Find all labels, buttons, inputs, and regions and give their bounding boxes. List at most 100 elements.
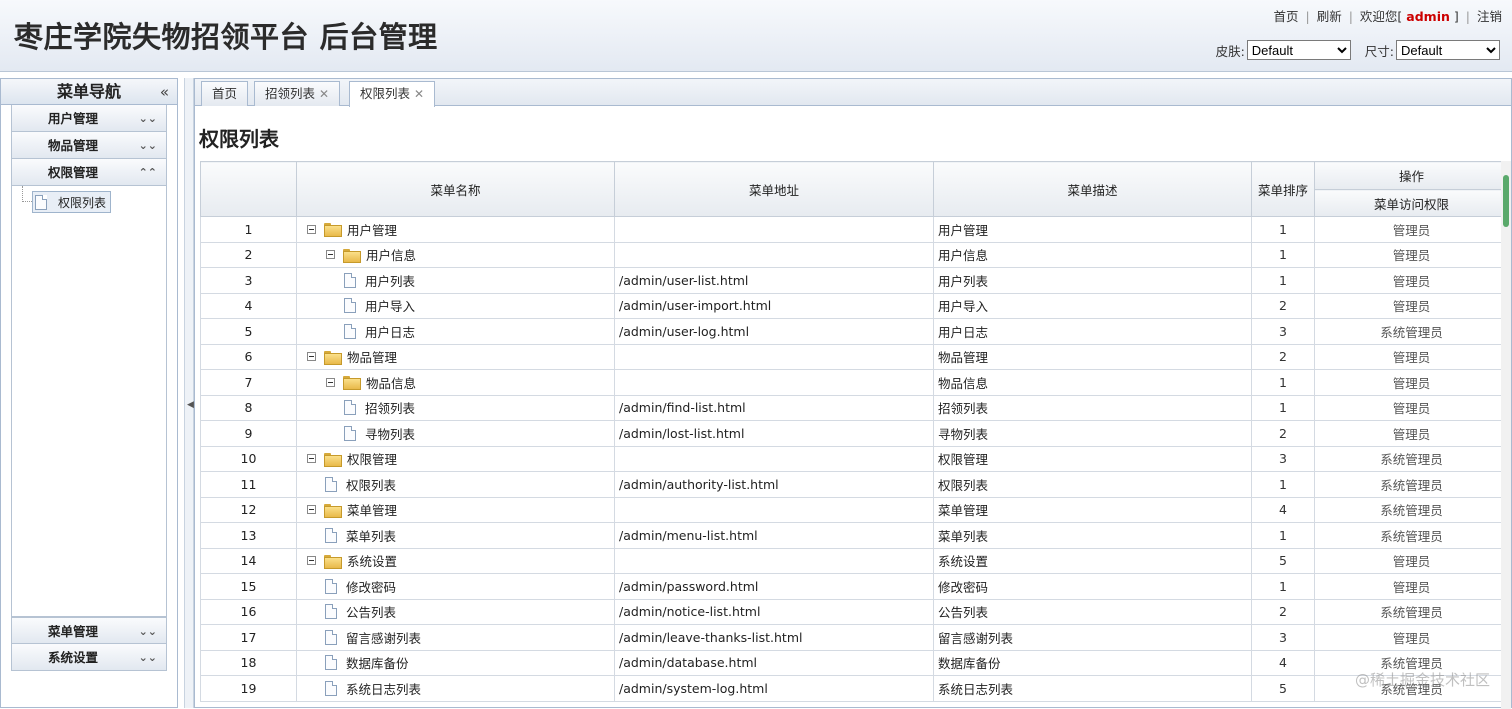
collapse-toggle-icon[interactable]	[326, 378, 335, 387]
menu-name-cell: 用户管理	[297, 217, 615, 243]
skin-select[interactable]: Default	[1247, 40, 1351, 60]
menu-name-cell: 系统设置	[297, 548, 615, 574]
table-row[interactable]: 5用户日志/admin/user-log.html用户日志3系统管理员	[201, 319, 1509, 345]
page-title: 权限列表	[199, 123, 279, 152]
menu-url	[615, 548, 934, 574]
menu-permission: 管理员	[1315, 293, 1509, 319]
row-index: 3	[201, 268, 297, 294]
scrollbar-thumb[interactable]	[1503, 175, 1509, 227]
menu-name-cell: 物品管理	[297, 344, 615, 370]
collapse-toggle-icon[interactable]	[307, 556, 316, 565]
menu-desc: 权限列表	[934, 472, 1252, 498]
menu-name: 系统设置	[347, 551, 397, 570]
close-icon[interactable]: ✕	[319, 87, 329, 101]
menu-name-cell: 用户导入	[297, 293, 615, 319]
menu-order: 2	[1252, 293, 1315, 319]
table-row[interactable]: 14系统设置系统设置5管理员	[201, 548, 1509, 574]
table-row[interactable]: 10权限管理权限管理3系统管理员	[201, 446, 1509, 472]
col-header-name[interactable]: 菜单名称	[297, 162, 615, 217]
welcome-suffix: ]	[1454, 9, 1459, 24]
menu-name: 权限列表	[346, 475, 396, 494]
menu-permission: 管理员	[1315, 625, 1509, 651]
collapse-toggle-icon[interactable]	[307, 352, 316, 361]
menu-url: /admin/database.html	[615, 650, 934, 676]
menu-desc: 用户列表	[934, 268, 1252, 294]
tab-label: 首页	[212, 86, 237, 101]
menu-name-cell: 用户信息	[297, 242, 615, 268]
folder-open-icon	[324, 351, 340, 363]
table-row[interactable]: 19系统日志列表/admin/system-log.html系统日志列表5系统管…	[201, 676, 1509, 702]
sidebar-section-user[interactable]: 用户管理 ⌄⌄	[12, 105, 166, 132]
tab-home[interactable]: 首页	[201, 81, 248, 106]
col-header-access[interactable]: 菜单访问权限	[1315, 190, 1509, 217]
collapse-toggle-icon[interactable]	[307, 505, 316, 514]
menu-url	[615, 344, 934, 370]
sidebar-section-authority[interactable]: 权限管理 ⌃⌃	[12, 159, 166, 186]
tab-label: 权限列表	[360, 86, 410, 101]
tab-authority-list[interactable]: 权限列表 ✕	[349, 81, 435, 107]
menu-url	[615, 217, 934, 243]
menu-name: 留言感谢列表	[346, 628, 421, 647]
table-row[interactable]: 6物品管理物品管理2管理员	[201, 344, 1509, 370]
table-row[interactable]: 11权限列表/admin/authority-list.html权限列表1系统管…	[201, 472, 1509, 498]
table-row[interactable]: 18数据库备份/admin/database.html数据库备份4系统管理员	[201, 650, 1509, 676]
sidebar-section-system[interactable]: 系统设置 ⌄⌄	[12, 644, 166, 671]
table-row[interactable]: 7物品信息物品信息1管理员	[201, 370, 1509, 396]
table-row[interactable]: 15修改密码/admin/password.html修改密码1管理员	[201, 574, 1509, 600]
menu-permission: 管理员	[1315, 370, 1509, 396]
menu-desc: 系统日志列表	[934, 676, 1252, 702]
menu-desc: 菜单管理	[934, 497, 1252, 523]
menu-name: 寻物列表	[365, 424, 415, 443]
col-header-desc[interactable]: 菜单描述	[934, 162, 1252, 217]
menu-permission: 系统管理员	[1315, 523, 1509, 549]
menu-name: 菜单管理	[347, 500, 397, 519]
col-header-index	[201, 162, 297, 217]
size-select[interactable]: Default	[1396, 40, 1500, 60]
sidebar-item-authority-list[interactable]: 权限列表	[32, 191, 111, 213]
collapse-toggle-icon[interactable]	[326, 250, 335, 259]
vertical-scrollbar[interactable]	[1501, 161, 1511, 709]
menu-desc: 公告列表	[934, 599, 1252, 625]
file-icon	[325, 477, 337, 492]
table-row[interactable]: 16公告列表/admin/notice-list.html公告列表2系统管理员	[201, 599, 1509, 625]
close-icon[interactable]: ✕	[414, 87, 424, 101]
menu-url: /admin/user-list.html	[615, 268, 934, 294]
table-row[interactable]: 2用户信息用户信息1管理员	[201, 242, 1509, 268]
skin-label: 皮肤:	[1216, 41, 1245, 60]
table-row[interactable]: 4用户导入/admin/user-import.html用户导入2管理员	[201, 293, 1509, 319]
table-row[interactable]: 13菜单列表/admin/menu-list.html菜单列表1系统管理员	[201, 523, 1509, 549]
row-index: 16	[201, 599, 297, 625]
row-index: 14	[201, 548, 297, 574]
menu-desc: 修改密码	[934, 574, 1252, 600]
table-row[interactable]: 9寻物列表/admin/lost-list.html寻物列表2管理员	[201, 421, 1509, 447]
menu-name: 用户日志	[365, 322, 415, 341]
chevron-down-icon: ⌄⌄	[139, 618, 157, 645]
menu-url: /admin/lost-list.html	[615, 421, 934, 447]
menu-permission: 系统管理员	[1315, 319, 1509, 345]
col-header-order[interactable]: 菜单排序	[1252, 162, 1315, 217]
collapse-arrow-icon[interactable]: ◀	[187, 400, 194, 410]
col-header-url[interactable]: 菜单地址	[615, 162, 934, 217]
collapse-toggle-icon[interactable]	[307, 225, 316, 234]
collapse-toggle-icon[interactable]	[307, 454, 316, 463]
menu-name: 用户信息	[366, 245, 416, 264]
menu-order: 3	[1252, 446, 1315, 472]
table-row[interactable]: 12菜单管理菜单管理4系统管理员	[201, 497, 1509, 523]
table-row[interactable]: 8招领列表/admin/find-list.html招领列表1管理员	[201, 395, 1509, 421]
row-index: 12	[201, 497, 297, 523]
row-index: 9	[201, 421, 297, 447]
layout-splitter[interactable]: ◀	[184, 78, 194, 708]
sidebar-section-goods[interactable]: 物品管理 ⌄⌄	[12, 132, 166, 159]
refresh-link[interactable]: 刷新	[1317, 9, 1342, 24]
table-row[interactable]: 17留言感谢列表/admin/leave-thanks-list.html留言感…	[201, 625, 1509, 651]
home-link[interactable]: 首页	[1273, 9, 1298, 24]
menu-url: /admin/password.html	[615, 574, 934, 600]
collapse-sidebar-icon[interactable]: «	[160, 79, 169, 105]
tab-find-list[interactable]: 招领列表✕	[254, 81, 340, 106]
table-row[interactable]: 1用户管理用户管理1管理员	[201, 217, 1509, 243]
authority-table: 菜单名称 菜单地址 菜单描述 菜单排序 操作 菜单访问权限 1用户管理用户管理1…	[200, 161, 1509, 702]
table-row[interactable]: 3用户列表/admin/user-list.html用户列表1管理员	[201, 268, 1509, 294]
sidebar-section-menu[interactable]: 菜单管理 ⌄⌄	[12, 617, 166, 644]
logout-link[interactable]: 注销	[1477, 9, 1502, 24]
menu-permission: 系统管理员	[1315, 599, 1509, 625]
